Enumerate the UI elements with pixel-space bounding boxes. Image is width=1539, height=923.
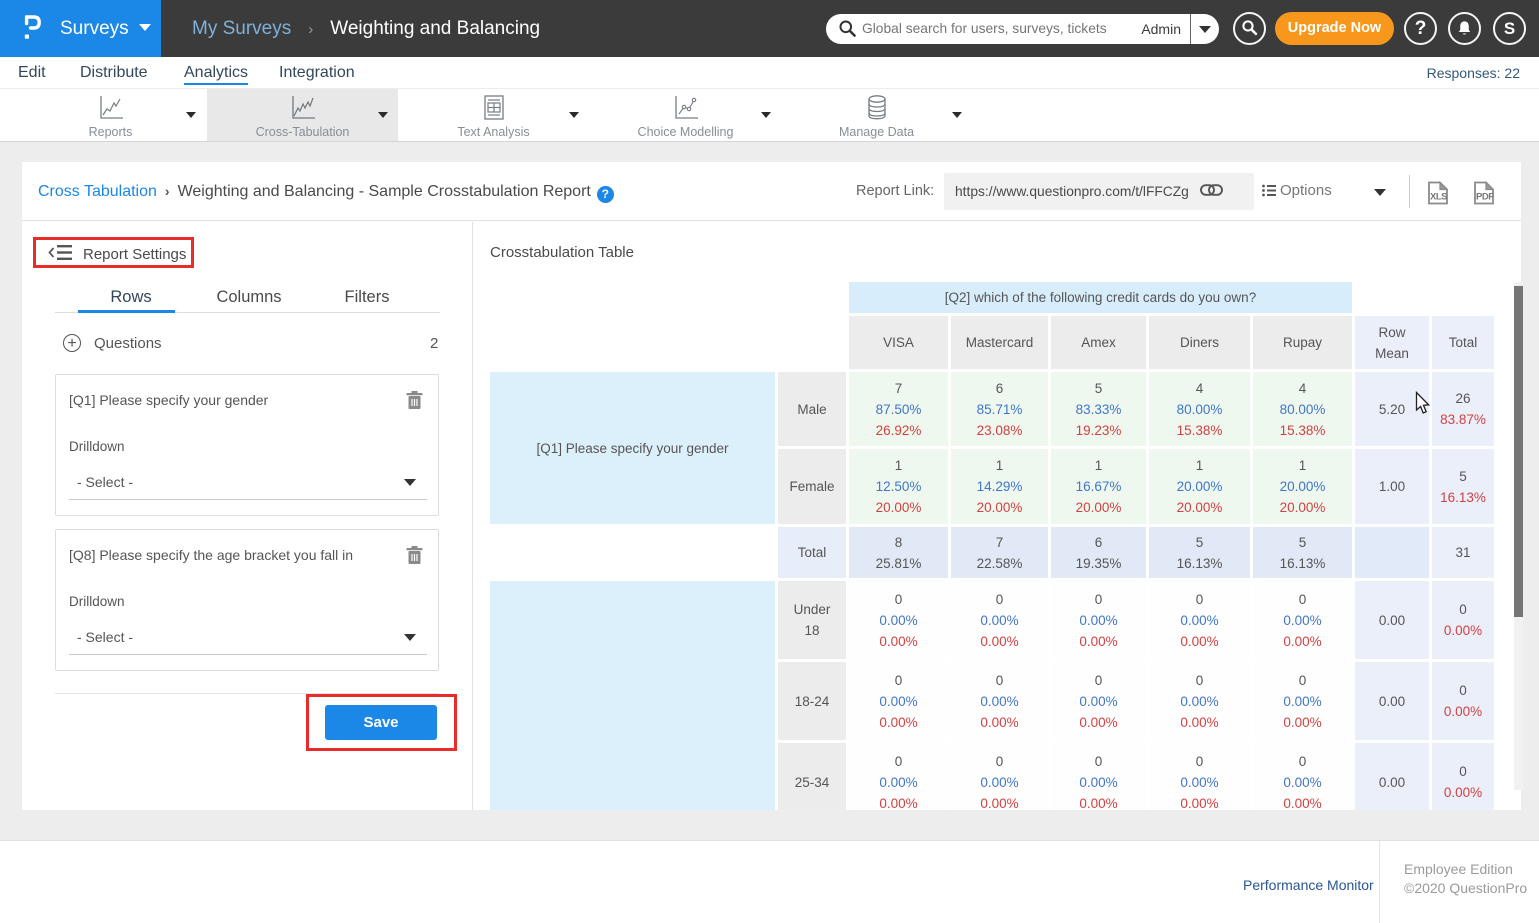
svg-text:PDF: PDF	[1476, 192, 1494, 203]
svg-text:XLS: XLS	[1430, 192, 1447, 203]
